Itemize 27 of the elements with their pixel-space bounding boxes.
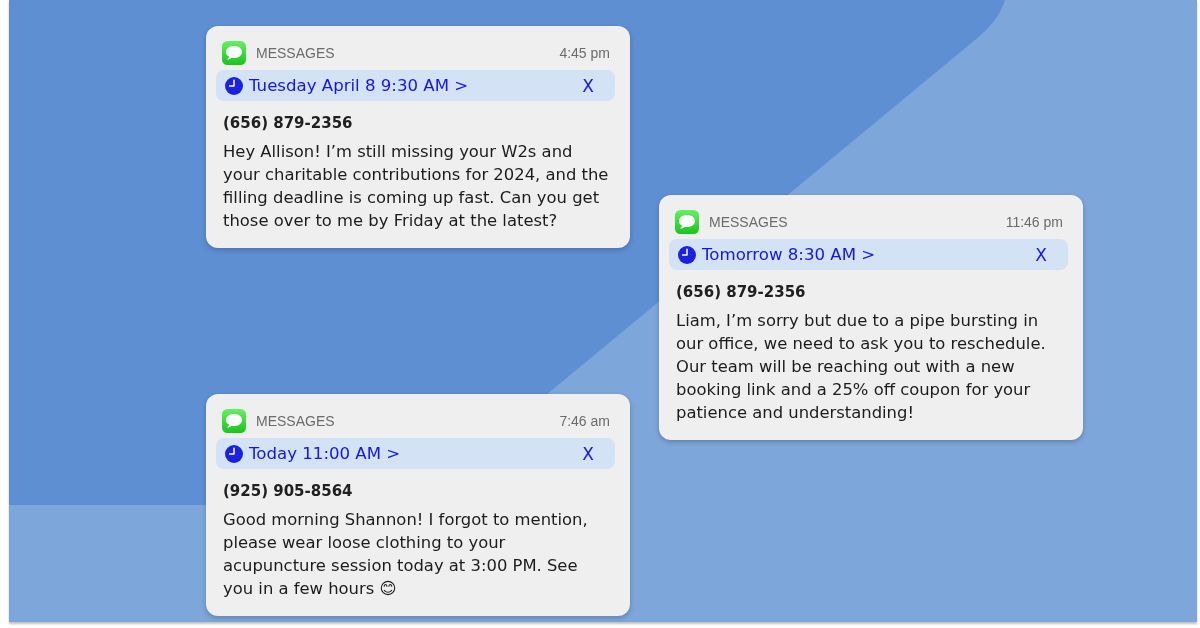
- message-text: Liam, I’m sorry but due to a pipe bursting in our office, we need to ask you to reschedule. Our team will be reaching out with a new booking link and a 25% off coupon for your patience and understanding!: [676, 310, 1047, 424]
- message-notification[interactable]: MESSAGES 7:46 am Today 11:00 AM > X (925) 905-8564 Good morning Shannon! I forgot to mention, please wear loose clothing to your acupuncture session today at 3:00 PM. See you in a few hours 😊: [206, 394, 630, 616]
- schedule-link[interactable]: Tuesday April 8 9:30 AM >: [249, 76, 469, 95]
- clock-icon: [678, 245, 696, 264]
- close-button[interactable]: X: [582, 75, 594, 96]
- sender-phone-number: (925) 905-8564: [223, 482, 354, 500]
- speech-bubble-icon: [675, 210, 699, 234]
- message-notification[interactable]: [659, 195, 1083, 440]
- clock-icon: [225, 444, 243, 463]
- speech-bubble-icon: [222, 409, 246, 433]
- schedule-link[interactable]: Today 11:00 AM >: [249, 444, 401, 463]
- close-button[interactable]: X: [582, 443, 594, 464]
- notification-time: 4:45 pm: [559, 45, 610, 61]
- speech-bubble-icon: [222, 41, 246, 65]
- notification-time: 11:46 pm: [1005, 214, 1063, 230]
- sender-phone-number: (656) 879-2356: [223, 114, 354, 132]
- app-name: MESSAGES: [256, 45, 335, 61]
- close-button[interactable]: X: [1035, 244, 1047, 265]
- app-name: MESSAGES: [709, 214, 788, 230]
- message-text: Good morning Shannon! I forgot to mention, please wear loose clothing to your acupuncture session today at 3:00 PM. See you in a few hours 😊: [223, 509, 589, 600]
- message-text: Hey Allison! I’m still missing your W2s and your charitable contributions for 2024, and the filling deadline is coming up fast. Can you get those over to me by Friday at the latest?: [223, 141, 610, 232]
- app-name: MESSAGES: [256, 413, 335, 429]
- schedule-link[interactable]: Tomorrow 8:30 AM >: [702, 245, 876, 264]
- sender-phone-number: (656) 879-2356: [676, 283, 807, 301]
- notification-time: 7:46 am: [559, 413, 610, 429]
- clock-icon: [225, 76, 243, 95]
- message-notification[interactable]: [206, 26, 630, 248]
